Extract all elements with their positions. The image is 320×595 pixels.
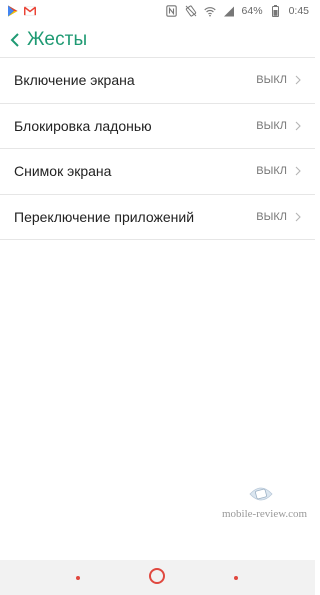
wifi-icon xyxy=(203,5,216,17)
chevron-right-icon xyxy=(295,75,303,85)
status-left xyxy=(6,5,36,17)
setting-value: ВЫКЛ xyxy=(256,119,287,132)
setting-label: Включение экрана xyxy=(14,72,135,89)
watermark-text: mobile-review.com xyxy=(222,508,308,520)
battery-level: 64% xyxy=(241,5,263,17)
recents-nav-button[interactable] xyxy=(234,576,238,580)
setting-label: Блокировка ладонью xyxy=(14,117,152,134)
gesture-settings-list: Включение экрана ВЫКЛ Блокировка ладонью… xyxy=(0,58,315,240)
page-title: Жесты xyxy=(27,28,88,50)
setting-palm-lock[interactable]: Блокировка ладонью ВЫКЛ xyxy=(0,104,315,149)
status-right: 64% 0:45 xyxy=(166,5,309,17)
signal-icon xyxy=(223,5,235,17)
battery-icon xyxy=(270,5,282,17)
setting-value: ВЫКЛ xyxy=(256,165,287,178)
navigation-bar xyxy=(0,560,315,595)
back-arrow-icon[interactable] xyxy=(10,30,26,50)
chevron-right-icon xyxy=(295,121,303,131)
setting-value: ВЫКЛ xyxy=(256,74,287,87)
chevron-right-icon xyxy=(295,212,303,222)
status-time: 0:45 xyxy=(288,5,309,17)
rotation-lock-icon xyxy=(185,5,197,17)
app-bar: Жесты xyxy=(0,22,315,58)
setting-value: ВЫКЛ xyxy=(256,210,287,223)
watermark-logo xyxy=(246,484,276,508)
status-bar: 64% 0:45 xyxy=(0,0,315,22)
setting-label: Снимок экрана xyxy=(14,163,112,180)
setting-screen-wake[interactable]: Включение экрана ВЫКЛ xyxy=(0,58,315,104)
nfc-icon xyxy=(166,5,178,17)
gmail-icon xyxy=(24,5,36,17)
chevron-right-icon xyxy=(295,166,303,176)
setting-app-switch[interactable]: Переключение приложений ВЫКЛ xyxy=(0,195,315,240)
back-nav-button[interactable] xyxy=(76,576,80,580)
play-store-icon xyxy=(6,5,18,17)
home-nav-button[interactable] xyxy=(149,568,165,584)
setting-label: Переключение приложений xyxy=(14,208,195,225)
setting-screenshot[interactable]: Снимок экрана ВЫКЛ xyxy=(0,149,315,195)
